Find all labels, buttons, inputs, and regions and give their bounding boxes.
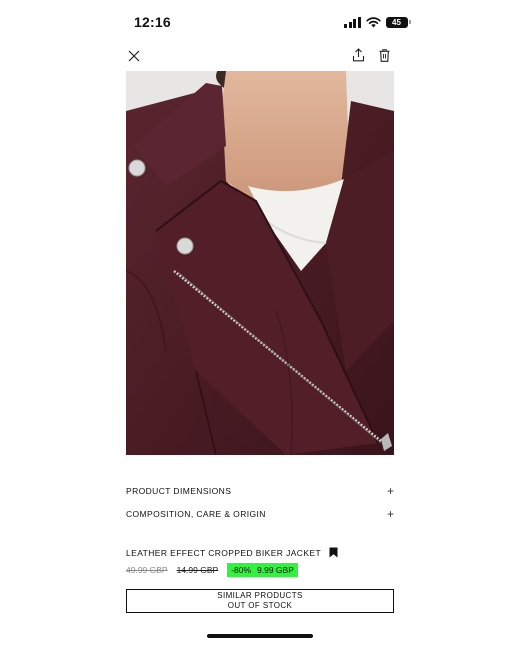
product-image[interactable] (126, 71, 394, 455)
out-of-stock-label: OUT OF STOCK (227, 601, 293, 610)
product-dimensions-row[interactable]: PRODUCT DIMENSIONS + (126, 480, 394, 502)
delete-button[interactable] (374, 45, 394, 65)
product-dimensions-label: PRODUCT DIMENSIONS (126, 486, 232, 496)
discount-percent: -80% (231, 565, 252, 575)
bookmark-icon[interactable] (329, 547, 338, 558)
price-row: 49.99 GBP 14.99 GBP -80% 9.99 GBP (126, 563, 298, 577)
expand-icon: + (386, 507, 394, 521)
close-icon (128, 50, 140, 62)
composition-care-origin-label: COMPOSITION, CARE & ORIGIN (126, 509, 266, 519)
trash-icon (379, 48, 389, 62)
similar-products-label: SIMILAR PRODUCTS (217, 591, 303, 600)
share-icon (352, 48, 364, 62)
product-name-row: LEATHER EFFECT CROPPED BIKER JACKET (126, 547, 338, 558)
current-price: 9.99 GBP (257, 565, 294, 575)
cellular-signal-icon (344, 16, 361, 28)
share-button[interactable] (348, 45, 368, 65)
product-photo (126, 71, 394, 455)
battery-icon: 45 (385, 16, 411, 28)
similar-products-button[interactable]: SIMILAR PRODUCTS OUT OF STOCK (126, 589, 394, 613)
previous-price: 14.99 GBP (176, 565, 219, 575)
sale-price-badge: -80% 9.99 GBP (227, 563, 298, 577)
status-icons: 45 (344, 15, 411, 29)
close-button[interactable] (124, 46, 144, 66)
composition-care-origin-row[interactable]: COMPOSITION, CARE & ORIGIN + (126, 503, 394, 525)
home-indicator[interactable] (207, 634, 313, 638)
expand-icon: + (386, 484, 394, 498)
product-name: LEATHER EFFECT CROPPED BIKER JACKET (126, 547, 322, 558)
status-bar: 12:16 45 (0, 0, 520, 44)
original-price: 49.99 GBP (126, 565, 168, 575)
status-time: 12:16 (134, 14, 171, 30)
wifi-icon (365, 16, 381, 27)
